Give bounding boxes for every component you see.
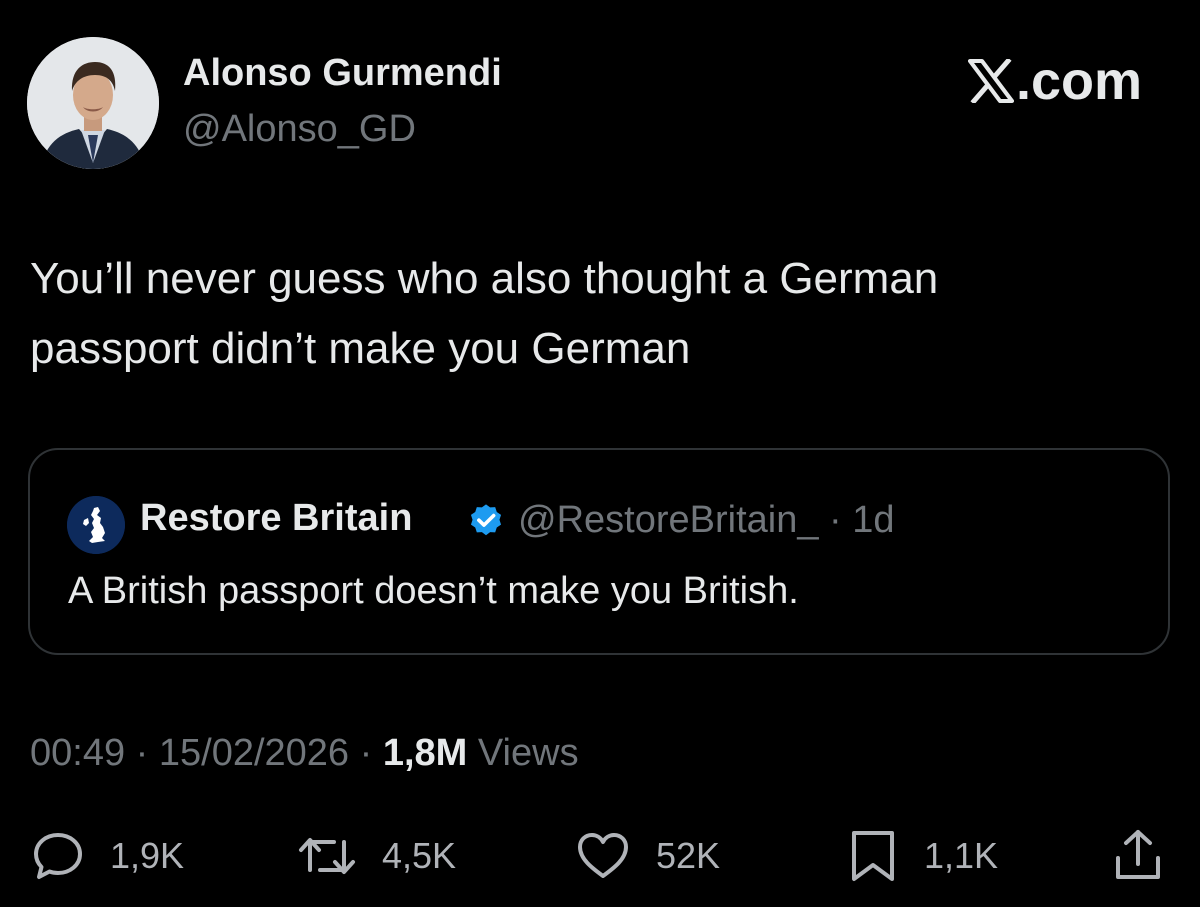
- tweet-text-line: passport didn’t make you German: [30, 324, 691, 373]
- verified-badge-icon: [470, 504, 502, 536]
- like-count: 52K: [656, 835, 721, 876]
- bookmark-count: 1,1K: [924, 835, 999, 876]
- quoted-author-avatar[interactable]: [67, 496, 125, 554]
- quoted-author-name[interactable]: Restore Britain: [140, 497, 412, 540]
- author-handle[interactable]: @Alonso_GD: [183, 108, 416, 151]
- repost-count: 4,5K: [382, 835, 457, 876]
- uk-map-icon: [67, 496, 125, 554]
- tweet-text-line: You’ll never guess who also thought a Ge…: [30, 254, 939, 303]
- tweet-meta: 00:49 · 15/02/2026 · 1,8M Views: [30, 732, 579, 775]
- meta-separator: ·: [359, 732, 373, 774]
- bookmark-button[interactable]: 1,1K: [846, 828, 998, 884]
- like-button[interactable]: 52K: [574, 828, 720, 884]
- quoted-tweet-text: A British passport doesn’t make you Brit…: [68, 570, 799, 612]
- speech-bubble-icon: [34, 833, 82, 879]
- x-logo-icon: [967, 59, 1014, 103]
- share-upload-icon: [1116, 830, 1160, 879]
- tweet-text: You’ll never guess who also thought a Ge…: [30, 244, 1160, 384]
- heart-icon: [578, 833, 628, 878]
- reply-count: 1,9K: [110, 835, 185, 876]
- brand-label: .com: [1015, 51, 1142, 111]
- bookmark-icon: [852, 831, 894, 881]
- avatar-portrait: [27, 37, 159, 169]
- author-name[interactable]: Alonso Gurmendi: [183, 52, 502, 95]
- repost-button[interactable]: 4,5K: [296, 828, 456, 884]
- brand-watermark: .com: [967, 50, 1142, 112]
- tweet-date[interactable]: 15/02/2026: [159, 732, 349, 774]
- share-button[interactable]: [1110, 828, 1166, 884]
- author-avatar[interactable]: [27, 37, 159, 169]
- views-label: Views: [477, 732, 579, 774]
- reply-button[interactable]: 1,9K: [30, 828, 184, 884]
- quoted-tweet-card[interactable]: Restore Britain @RestoreBritain_ · 1d A …: [28, 448, 1170, 655]
- repost-arrows-icon: [299, 838, 355, 874]
- tweet-time[interactable]: 00:49: [30, 732, 125, 774]
- quoted-author-handle-time: @RestoreBritain_ · 1d: [518, 499, 895, 541]
- meta-separator: ·: [135, 732, 149, 774]
- views-count: 1,8M: [382, 732, 468, 774]
